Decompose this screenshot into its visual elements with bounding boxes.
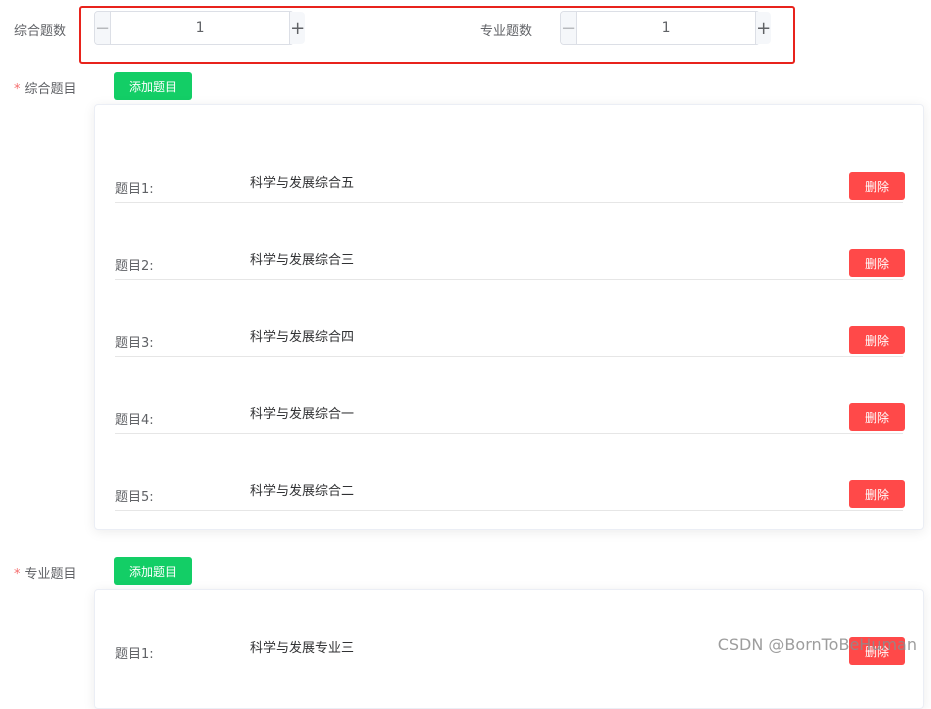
annotation-highlight-box (79, 6, 795, 64)
question-row: 题目1: 科学与发展专业三 删除 (115, 590, 905, 667)
general-questions-label: * 综合题目 (14, 78, 77, 97)
question-label: 题目1: (115, 182, 154, 197)
question-title: 科学与发展综合一 (250, 407, 355, 422)
delete-question-button[interactable]: 删除 (849, 249, 905, 277)
question-title: 科学与发展综合三 (250, 253, 355, 268)
question-title: 科学与发展综合四 (250, 330, 355, 345)
question-label: 题目5: (115, 490, 154, 505)
question-label: 题目4: (115, 413, 154, 428)
required-mark: * (14, 82, 21, 97)
general-questions-label-text: 综合题目 (24, 82, 77, 97)
required-mark: * (14, 567, 21, 582)
general-add-question-button[interactable]: 添加题目 (114, 72, 193, 100)
question-row: 题目3: 科学与发展综合四 删除 (115, 279, 905, 357)
question-row: 题目5: 科学与发展综合二 删除 (115, 433, 905, 511)
question-row: 题目2: 科学与发展综合三 删除 (115, 202, 905, 280)
question-label: 题目3: (115, 336, 154, 351)
professional-questions-label: * 专业题目 (14, 563, 77, 582)
watermark: CSDN @BornToBeHuman (717, 635, 917, 654)
question-title: 科学与发展专业三 (250, 641, 355, 656)
delete-question-button[interactable]: 删除 (849, 172, 905, 200)
general-count-label: 综合题数 (14, 24, 67, 39)
professional-questions-label-text: 专业题目 (24, 567, 77, 582)
delete-question-button[interactable]: 删除 (849, 326, 905, 354)
question-row: 题目4: 科学与发展综合一 删除 (115, 356, 905, 434)
delete-question-button[interactable]: 删除 (849, 480, 905, 508)
question-row: 题目1: 科学与发展综合五 删除 (115, 125, 905, 203)
general-questions-card: 题目1: 科学与发展综合五 删除 题目2: 科学与发展综合三 删除 题目3: 科… (94, 104, 924, 530)
question-title: 科学与发展综合五 (250, 176, 355, 191)
question-title: 科学与发展综合二 (250, 484, 355, 499)
delete-question-button[interactable]: 删除 (849, 403, 905, 431)
question-label: 题目2: (115, 259, 154, 274)
question-label: 题目1: (115, 647, 154, 662)
professional-add-question-button[interactable]: 添加题目 (114, 557, 193, 585)
